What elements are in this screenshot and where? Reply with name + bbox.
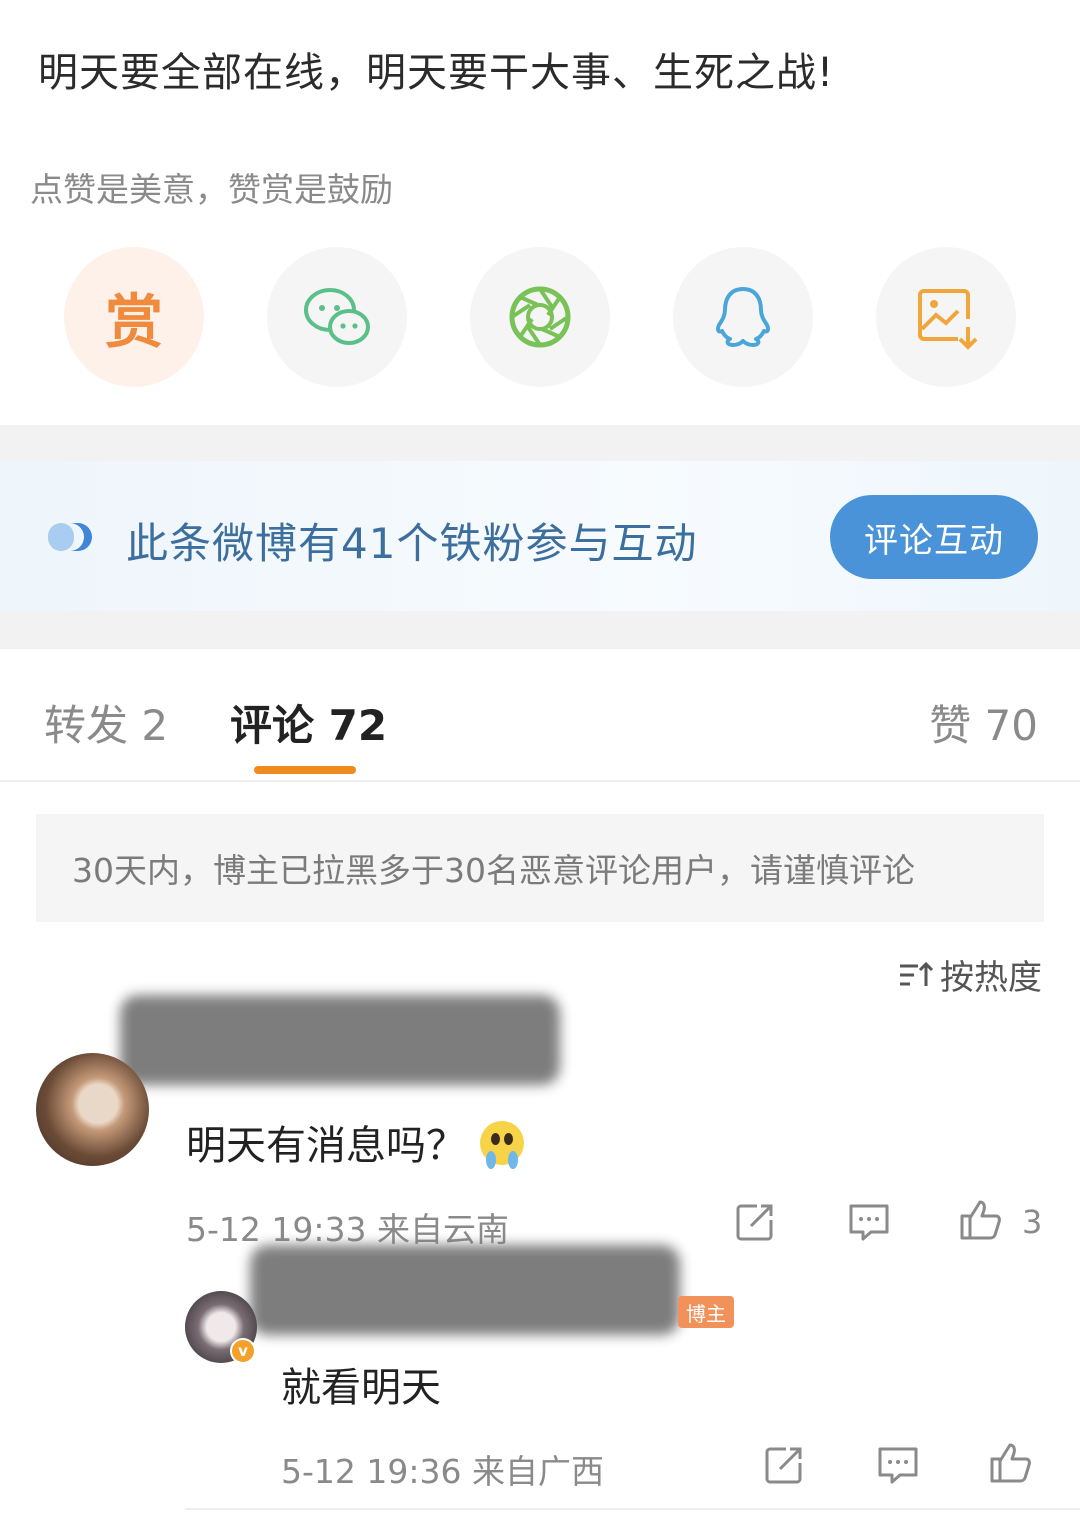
- moments-icon: [509, 286, 571, 348]
- section-divider: [0, 425, 1080, 461]
- qq-share-button[interactable]: [673, 247, 813, 387]
- comment-divider: [185, 1508, 1080, 1510]
- reward-hint: 点赞是美意，赞赏是鼓励: [30, 170, 393, 209]
- sort-label: 按热度: [940, 958, 1042, 998]
- post-text: 明天要全部在线，明天要干大事、生死之战!: [38, 50, 835, 96]
- comment-text-content: 明天有消息吗？: [186, 1123, 466, 1169]
- reply-meta: 5-12 19:36 来自广西: [281, 1452, 604, 1491]
- share-row: 赏: [64, 247, 1024, 387]
- repost-icon[interactable]: [733, 1200, 777, 1244]
- wechat-share-button[interactable]: [267, 247, 407, 387]
- save-image-icon: [918, 289, 978, 350]
- avatar[interactable]: [36, 1053, 149, 1166]
- moments-share-button[interactable]: [470, 247, 610, 387]
- tab-like[interactable]: 赞 70: [929, 692, 1038, 753]
- comment-notice: 30天内，博主已拉黑多于30名恶意评论用户，请谨慎评论: [36, 814, 1044, 922]
- fans-banner-text: 此条微博有41个铁粉参与互动: [126, 519, 698, 568]
- like-icon[interactable]: [988, 1441, 1032, 1485]
- like-count: 3: [1022, 1203, 1043, 1241]
- save-image-button[interactable]: [876, 247, 1016, 387]
- sort-icon: [900, 961, 934, 986]
- reward-button[interactable]: 赏: [64, 247, 204, 387]
- crying-emoji-icon: [480, 1121, 524, 1169]
- like-icon[interactable]: [958, 1198, 1002, 1242]
- reply-icon[interactable]: [847, 1200, 891, 1244]
- active-tab-indicator: [254, 766, 356, 774]
- verified-badge-icon: v: [230, 1338, 256, 1364]
- comment-interact-button[interactable]: 评论互动: [830, 495, 1038, 579]
- tab-repost[interactable]: 转发 2: [44, 692, 168, 753]
- wechat-icon: [304, 288, 370, 345]
- reward-icon: 赏: [104, 288, 163, 356]
- section-divider: [0, 611, 1080, 649]
- tab-divider: [0, 780, 1080, 782]
- comment-text: 明天有消息吗？: [186, 1113, 524, 1171]
- reply-text: 就看明天: [281, 1365, 441, 1411]
- qq-icon: [716, 287, 770, 347]
- sort-button[interactable]: 按热度: [898, 950, 1042, 999]
- redacted-username: [120, 995, 560, 1085]
- fans-icon: [48, 523, 92, 551]
- reply-icon[interactable]: [876, 1443, 920, 1487]
- redacted-username: [250, 1245, 680, 1335]
- repost-icon[interactable]: [762, 1443, 806, 1487]
- tab-comment[interactable]: 评论 72: [230, 692, 387, 753]
- host-badge: 博主: [678, 1296, 734, 1328]
- comment-meta: 5-12 19:33 来自云南: [186, 1210, 509, 1249]
